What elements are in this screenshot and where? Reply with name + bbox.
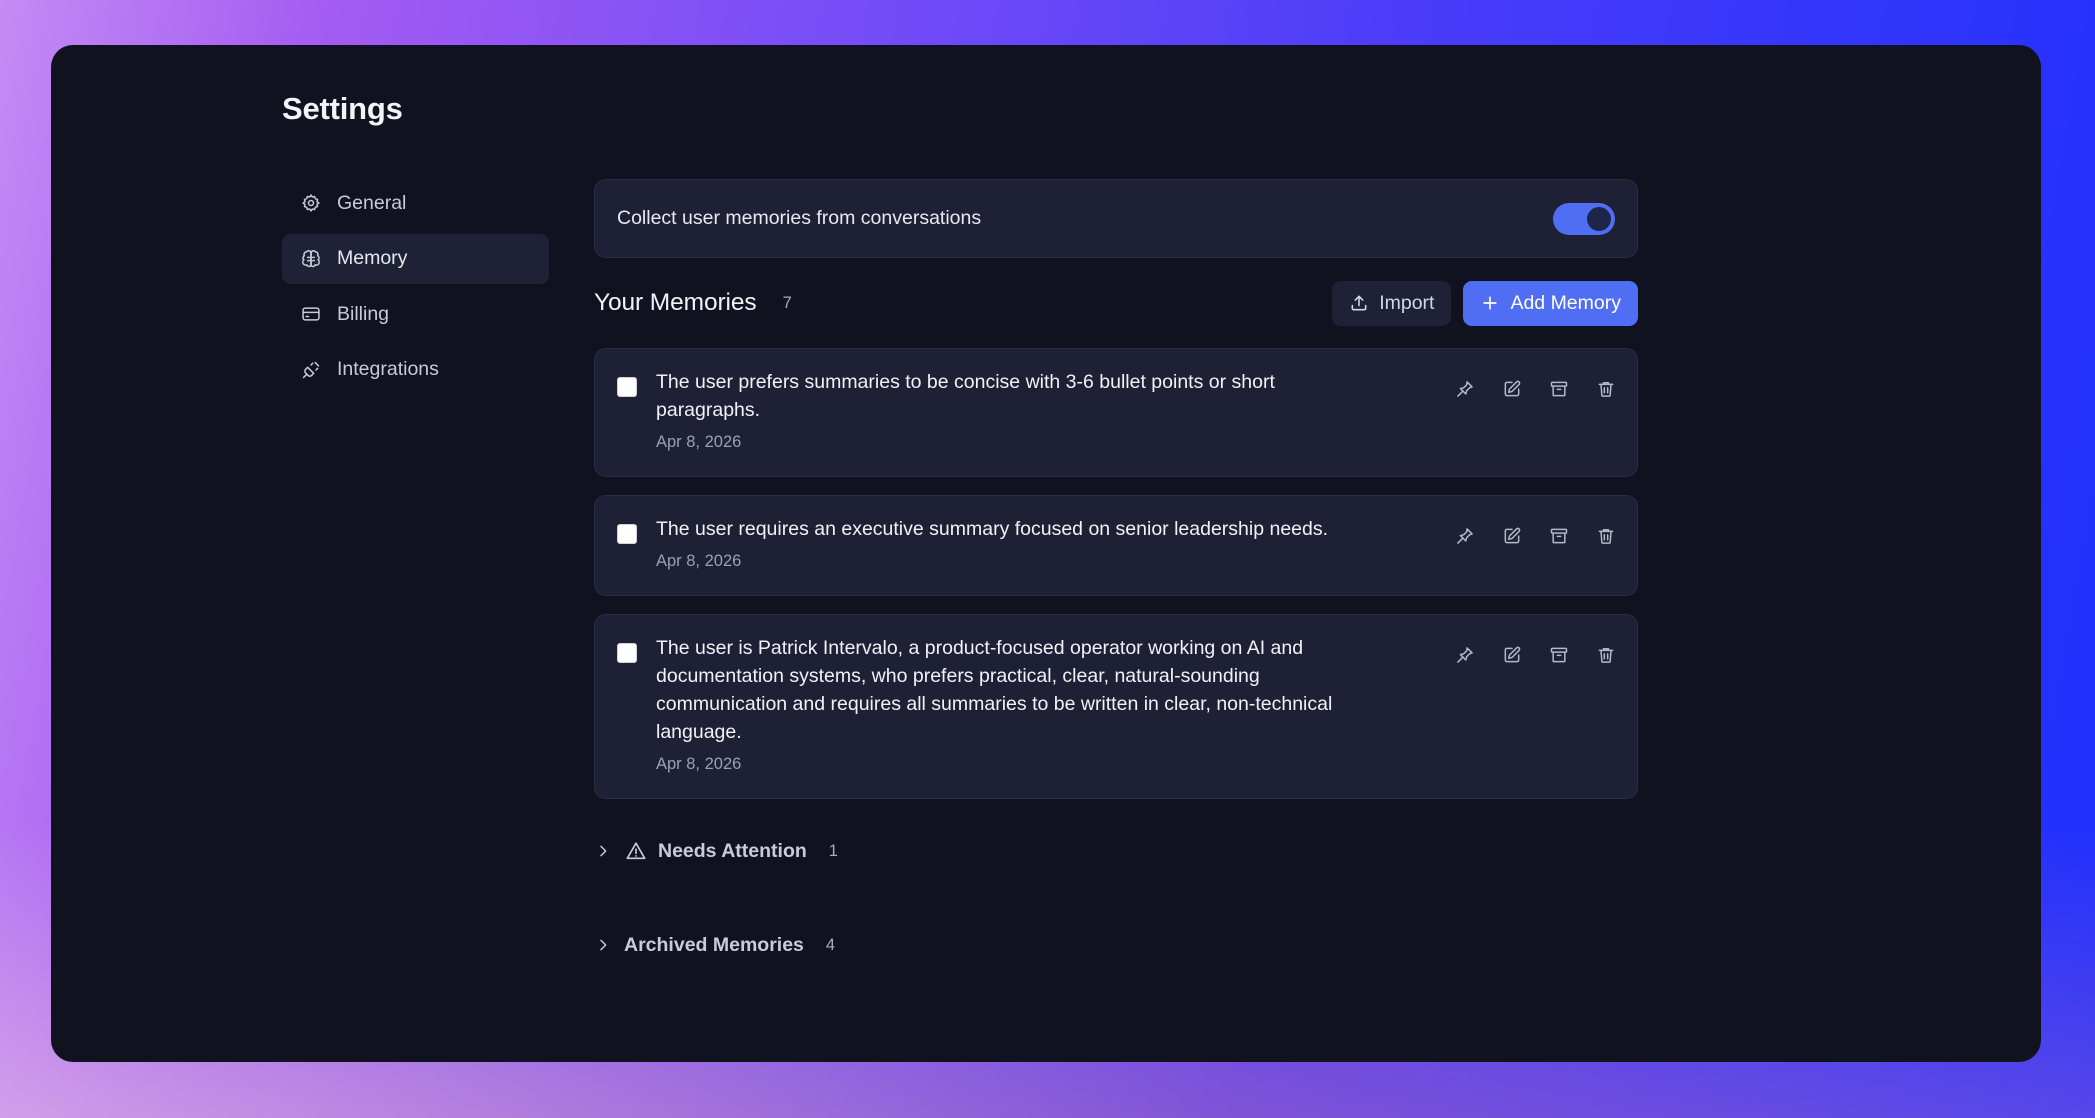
import-button[interactable]: Import: [1332, 280, 1452, 326]
trash-icon[interactable]: [1595, 525, 1617, 547]
edit-icon[interactable]: [1501, 525, 1523, 547]
add-memory-button-label: Add Memory: [1510, 291, 1621, 314]
collect-memories-label: Collect user memories from conversations: [617, 207, 982, 229]
archive-icon[interactable]: [1548, 378, 1570, 400]
memory-item: The user prefers summaries to be concise…: [594, 348, 1638, 477]
warning-icon: [624, 839, 648, 863]
settings-window: Settings General Memory Billing Integrat…: [51, 45, 2041, 1062]
sidebar-item-label: Billing: [337, 302, 390, 325]
memory-item: The user is Patrick Intervalo, a product…: [594, 614, 1638, 799]
brain-icon: [300, 248, 322, 270]
memory-item: The user requires an executive summary f…: [594, 495, 1638, 596]
memory-checkbox[interactable]: [617, 377, 637, 397]
plus-icon: [1483, 296, 1498, 310]
edit-icon[interactable]: [1501, 378, 1523, 400]
archived-memories-section[interactable]: Archived Memories 4: [594, 925, 1638, 965]
trash-icon[interactable]: [1595, 644, 1617, 666]
upload-icon: [1351, 295, 1367, 311]
memory-text: The user prefers summaries to be concise…: [656, 371, 1275, 421]
needs-attention-count: 1: [828, 841, 838, 860]
needs-attention-section[interactable]: Needs Attention 1: [594, 831, 1638, 871]
memory-date: Apr 8, 2026: [656, 755, 742, 773]
collect-memories-setting: Collect user memories from conversations: [594, 179, 1638, 258]
gear-icon: [300, 192, 322, 214]
memories-count: 7: [782, 293, 792, 312]
chevron-right-icon: [594, 936, 612, 954]
collect-memories-toggle[interactable]: [1553, 202, 1615, 235]
sidebar-item-memory[interactable]: Memory: [282, 233, 549, 284]
archived-memories-count: 4: [825, 935, 836, 954]
memory-actions: [1454, 644, 1617, 666]
memory-actions: [1454, 525, 1617, 547]
chevron-right-icon: [594, 842, 612, 860]
sidebar-item-label: Integrations: [337, 358, 439, 380]
sidebar-item-label: Memory: [337, 247, 408, 269]
page-title: Settings: [282, 91, 403, 126]
memory-list: The user prefers summaries to be concise…: [594, 348, 1638, 799]
sidebar-item-billing[interactable]: Billing: [282, 289, 549, 339]
memory-date: Apr 8, 2026: [656, 433, 742, 451]
memory-text: The user is Patrick Intervalo, a product…: [656, 637, 1333, 743]
pin-icon[interactable]: [1454, 644, 1476, 666]
memory-date: Apr 8, 2026: [656, 552, 742, 570]
memory-actions: [1454, 378, 1617, 400]
memories-header: Your Memories 7 Import Add Memory: [594, 280, 1638, 326]
pin-icon[interactable]: [1454, 378, 1476, 400]
memory-checkbox[interactable]: [617, 524, 637, 544]
needs-attention-label: Needs Attention: [658, 839, 807, 862]
trash-icon[interactable]: [1595, 378, 1617, 400]
archived-memories-label: Archived Memories: [624, 933, 804, 956]
memory-checkbox[interactable]: [617, 643, 637, 663]
add-memory-button[interactable]: Add Memory: [1463, 280, 1638, 326]
sidebar-item-general[interactable]: General: [282, 178, 549, 228]
edit-icon[interactable]: [1501, 644, 1523, 666]
archive-icon[interactable]: [1548, 644, 1570, 666]
sidebar: General Memory Billing Integrations: [282, 178, 549, 400]
memory-text: The user requires an executive summary f…: [656, 518, 1329, 540]
toggle-knob: [1587, 206, 1611, 231]
archive-icon[interactable]: [1548, 525, 1570, 547]
plug-icon: [300, 359, 322, 381]
memories-title: Your Memories: [594, 289, 757, 316]
memory-panel: Collect user memories from conversations…: [594, 179, 1638, 965]
credit-card-icon: [300, 303, 322, 325]
sidebar-item-label: General: [337, 191, 407, 214]
pin-icon[interactable]: [1454, 525, 1476, 547]
sidebar-item-integrations[interactable]: Integrations: [282, 345, 549, 395]
import-button-label: Import: [1379, 291, 1435, 314]
